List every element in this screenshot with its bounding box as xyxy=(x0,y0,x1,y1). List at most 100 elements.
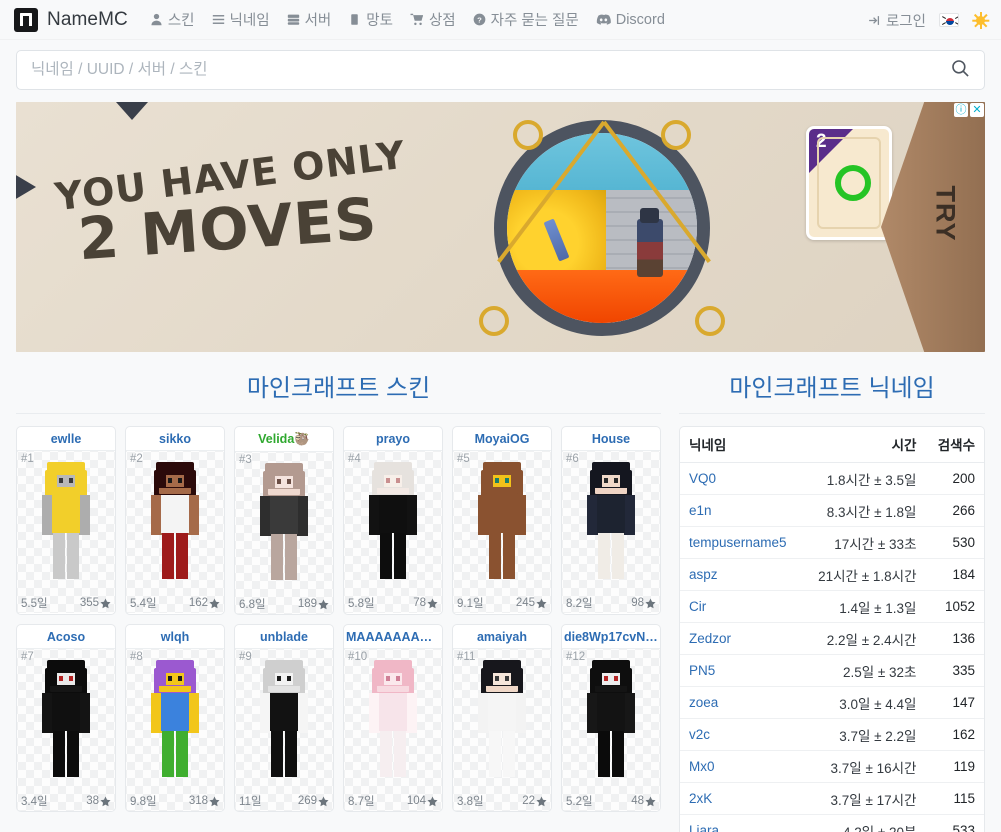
table-row[interactable]: Zedzor2.2일 ± 2.4시간136 xyxy=(680,623,984,655)
nav-item-names[interactable]: 닉네임 xyxy=(212,9,270,30)
search-section xyxy=(0,40,1001,102)
name-cell[interactable]: Mx0 xyxy=(680,751,802,783)
time-cell: 2.5일 ± 32초 xyxy=(802,655,925,687)
skin-card[interactable]: prayo#45.8일78 xyxy=(343,426,443,615)
nav-label: 스킨 xyxy=(168,9,195,30)
name-cell[interactable]: 2xK xyxy=(680,783,802,815)
table-row[interactable]: tempusername517시간 ± 33초530 xyxy=(680,527,984,559)
skin-preview[interactable]: #108.7일104 xyxy=(344,649,442,811)
name-cell[interactable]: v2c xyxy=(680,719,802,751)
star-icon xyxy=(645,796,656,807)
nav-item-capes[interactable]: 망토 xyxy=(348,9,393,30)
skin-preview[interactable]: #36.8일189 xyxy=(235,452,333,614)
search-button[interactable] xyxy=(949,59,972,81)
nav-item-skins[interactable]: 스킨 xyxy=(150,9,195,30)
searches-cell: 533 xyxy=(925,815,984,832)
nav-label: 자주 묻는 질문 xyxy=(491,9,579,30)
skin-preview[interactable]: #89.8일318 xyxy=(126,649,224,811)
skin-card-name[interactable]: prayo xyxy=(344,427,442,451)
skin-avatar xyxy=(344,459,442,599)
skin-card-name[interactable]: die8Wp17cvN04c xyxy=(562,625,660,649)
table-row[interactable]: Liara4.2일 ± 20분533 xyxy=(680,815,984,832)
skin-preview[interactable]: #113.8일22 xyxy=(453,649,551,811)
table-row[interactable]: e1n8.3시간 ± 1.8일266 xyxy=(680,495,984,527)
nav-item-discord[interactable]: Discord xyxy=(596,12,665,28)
skin-card[interactable]: sikko#25.4일162 xyxy=(125,426,225,615)
skin-avatar xyxy=(235,460,333,600)
table-row[interactable]: 2xK3.7일 ± 17시간115 xyxy=(680,783,984,815)
skin-stats: 8.7일104 xyxy=(344,793,442,811)
skin-star-count: 48 xyxy=(631,793,656,809)
nav-item-faq[interactable]: ? 자주 묻는 질문 xyxy=(473,9,579,30)
skin-stats: 5.8일78 xyxy=(344,595,442,613)
skin-preview[interactable]: #59.1일245 xyxy=(453,451,551,613)
skin-card[interactable]: MoyaiOG#59.1일245 xyxy=(452,426,552,615)
table-row[interactable]: zoea3.0일 ± 4.4일147 xyxy=(680,687,984,719)
advertisement-banner[interactable]: YOU HAVE ONLY 2 MOVES 2 IQ:155 TRY ⓘ ✕ xyxy=(16,102,985,352)
skin-preview[interactable]: #73.4일38 xyxy=(17,649,115,811)
skin-card[interactable]: Velida🦥#36.8일189 xyxy=(234,426,334,615)
name-cell[interactable]: Cir xyxy=(680,591,802,623)
skin-card-name[interactable]: MAAAAAAAAA… xyxy=(344,625,442,649)
name-cell[interactable]: aspz xyxy=(680,559,802,591)
skin-preview[interactable]: #68.2일98 xyxy=(562,451,660,613)
table-row[interactable]: aspz21시간 ± 1.8시간184 xyxy=(680,559,984,591)
skin-rank: #9 xyxy=(239,651,252,663)
nav-item-servers[interactable]: 서버 xyxy=(287,9,332,30)
ad-info-icon[interactable]: ⓘ xyxy=(954,103,968,117)
ad-controls: ⓘ ✕ xyxy=(954,103,984,117)
skin-preview[interactable]: #15.5일355 xyxy=(17,451,115,613)
skin-stats: 6.8일189 xyxy=(235,596,333,614)
skin-card[interactable]: ewlle#15.5일355 xyxy=(16,426,116,615)
skin-card-name[interactable]: unblade xyxy=(235,625,333,649)
names-section-title: 마인크래프트 닉네임 xyxy=(679,366,985,414)
skin-card-name[interactable]: wlqh xyxy=(126,625,224,649)
table-row[interactable]: PN52.5일 ± 32초335 xyxy=(680,655,984,687)
name-cell[interactable]: Zedzor xyxy=(680,623,802,655)
skin-avatar xyxy=(126,459,224,599)
korea-flag-icon[interactable] xyxy=(939,13,959,27)
table-row[interactable]: VQ01.8시간 ± 3.5일200 xyxy=(680,463,984,495)
sun-icon[interactable] xyxy=(972,12,989,29)
skin-preview[interactable]: #125.2일48 xyxy=(562,649,660,811)
skin-card-name[interactable]: amaiyah xyxy=(453,625,551,649)
table-row[interactable]: v2c3.7일 ± 2.2일162 xyxy=(680,719,984,751)
skin-card[interactable]: House#68.2일98 xyxy=(561,426,661,615)
skin-preview[interactable]: #25.4일162 xyxy=(126,451,224,613)
table-row[interactable]: Cir1.4일 ± 1.3일1052 xyxy=(680,591,984,623)
table-row[interactable]: Mx03.7일 ± 16시간119 xyxy=(680,751,984,783)
svg-text:?: ? xyxy=(477,15,482,24)
skin-card-name[interactable]: Velida🦥 xyxy=(235,427,333,452)
skin-card-name[interactable]: sikko xyxy=(126,427,224,451)
star-icon xyxy=(427,796,438,807)
skin-card-name[interactable]: Acoso xyxy=(17,625,115,649)
skin-star-count: 245 xyxy=(516,595,547,611)
searches-cell: 184 xyxy=(925,559,984,591)
search-input[interactable] xyxy=(29,60,949,80)
col-header-name: 닉네임 xyxy=(680,427,802,463)
name-cell[interactable]: VQ0 xyxy=(680,463,802,495)
skin-card-name[interactable]: ewlle xyxy=(17,427,115,451)
brand-logo-link[interactable]: NameMC xyxy=(14,8,128,32)
name-cell[interactable]: e1n xyxy=(680,495,802,527)
login-button[interactable]: 로그인 xyxy=(867,10,926,31)
skin-stats: 5.4일162 xyxy=(126,595,224,613)
skin-card[interactable]: MAAAAAAAAA…#108.7일104 xyxy=(343,624,443,812)
skin-preview[interactable]: #911일269 xyxy=(235,649,333,811)
skin-card[interactable]: wlqh#89.8일318 xyxy=(125,624,225,812)
name-cell[interactable]: tempusername5 xyxy=(680,527,802,559)
ad-close-icon[interactable]: ✕ xyxy=(970,103,984,117)
skin-card[interactable]: Acoso#73.4일38 xyxy=(16,624,116,812)
brand-name: NameMC xyxy=(47,9,128,31)
name-cell[interactable]: zoea xyxy=(680,687,802,719)
name-cell[interactable]: Liara xyxy=(680,815,802,832)
skin-card[interactable]: die8Wp17cvN04c#125.2일48 xyxy=(561,624,661,812)
skin-card-name[interactable]: MoyaiOG xyxy=(453,427,551,451)
skin-preview[interactable]: #45.8일78 xyxy=(344,451,442,613)
search-box[interactable] xyxy=(16,50,985,90)
name-cell[interactable]: PN5 xyxy=(680,655,802,687)
skin-card[interactable]: unblade#911일269 xyxy=(234,624,334,812)
skin-card-name[interactable]: House xyxy=(562,427,660,451)
skin-card[interactable]: amaiyah#113.8일22 xyxy=(452,624,552,812)
nav-item-shop[interactable]: 상점 xyxy=(410,9,456,30)
